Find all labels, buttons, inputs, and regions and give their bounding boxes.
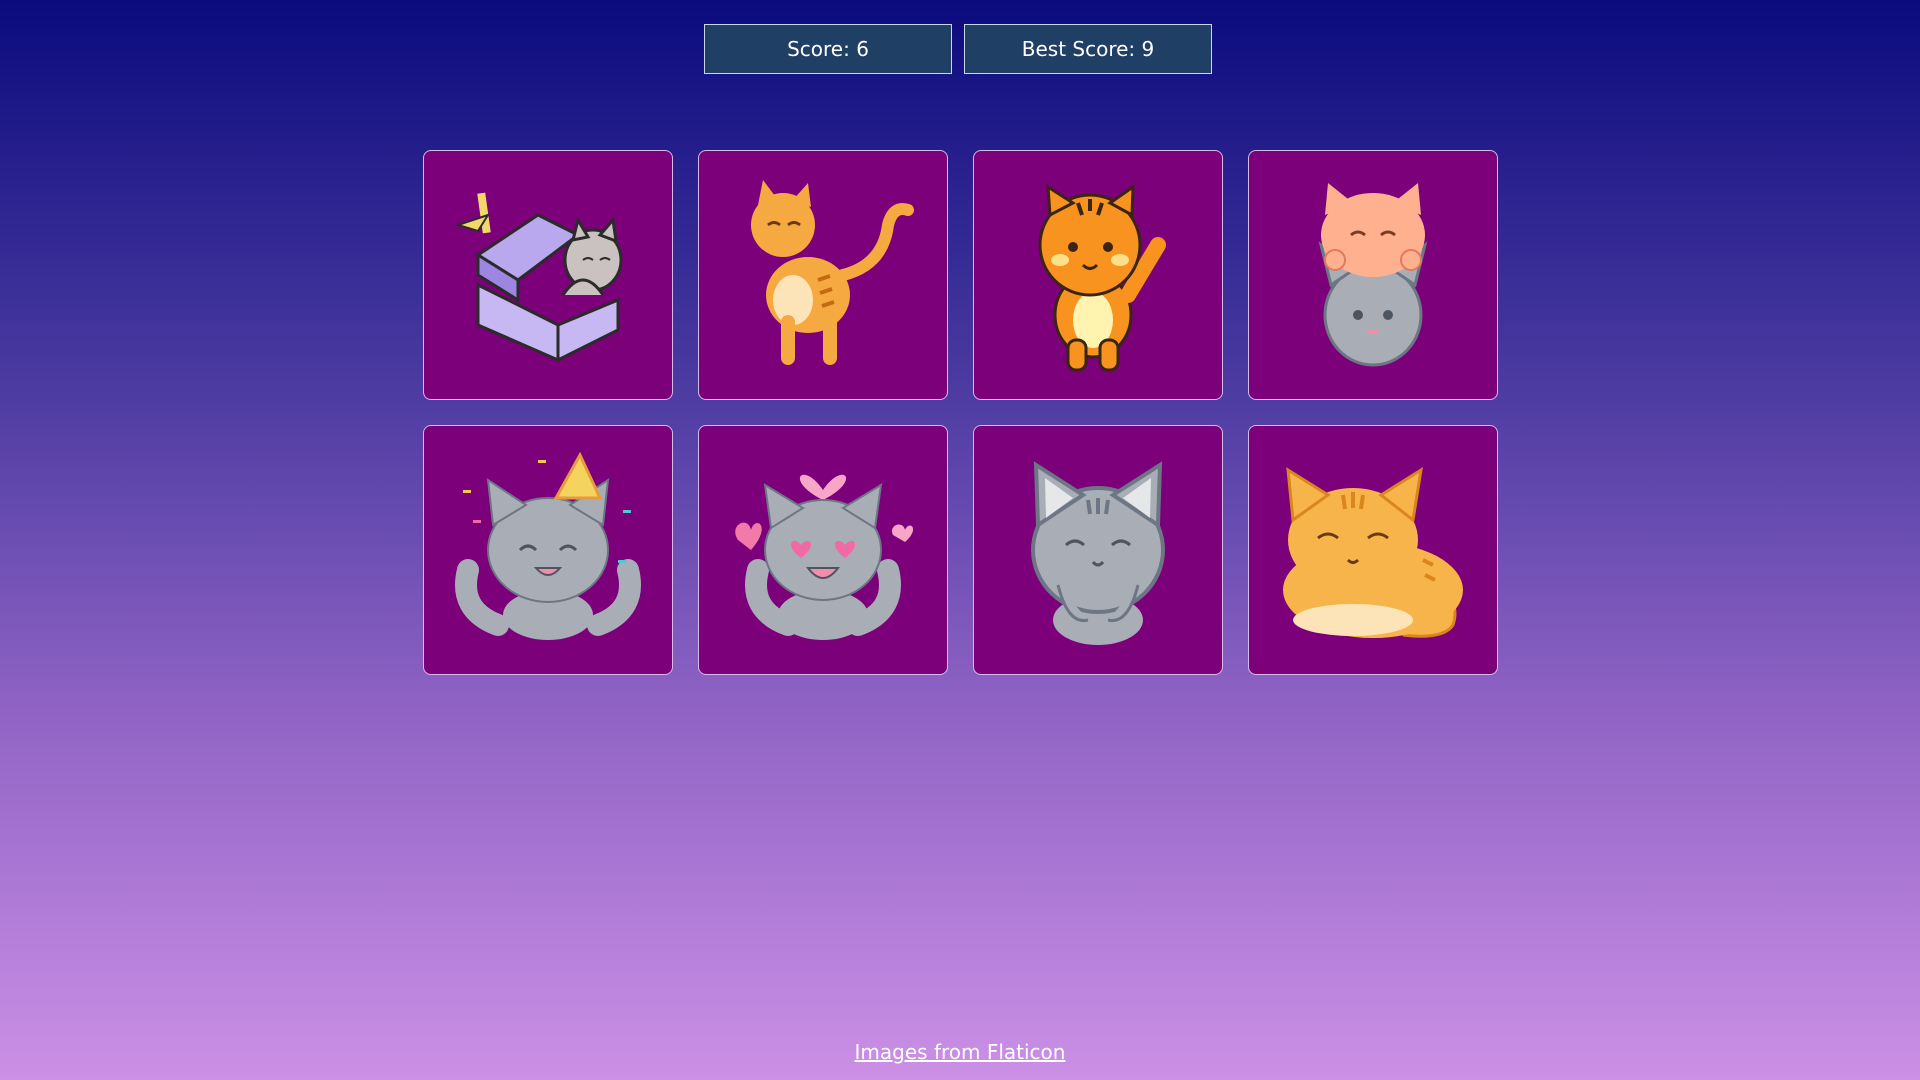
card-sleeping-orange-cat[interactable] xyxy=(1248,425,1498,675)
scoreboard: Score: 6 Best Score: 9 xyxy=(704,24,1212,74)
card-two-cats-stacked[interactable] xyxy=(1248,150,1498,400)
sleeping-orange-cat-icon xyxy=(1283,466,1463,638)
card-love-cat[interactable] xyxy=(698,425,948,675)
card-tiger-waving[interactable] xyxy=(973,150,1223,400)
orange-cat-walking-icon xyxy=(751,180,914,365)
love-cat-icon xyxy=(735,474,914,640)
current-score: Score: 6 xyxy=(704,24,952,74)
card-grid xyxy=(423,150,1498,675)
party-cat-icon xyxy=(455,451,641,640)
card-happy-gray-cat[interactable] xyxy=(973,425,1223,675)
footer: Images from Flaticon xyxy=(0,1040,1920,1064)
happy-gray-cat-icon xyxy=(1031,461,1165,645)
card-orange-cat-walking[interactable] xyxy=(698,150,948,400)
cat-in-gift-box-icon xyxy=(454,192,623,362)
card-cat-in-gift-box[interactable] xyxy=(423,150,673,400)
card-party-cat[interactable] xyxy=(423,425,673,675)
flaticon-credit-link[interactable]: Images from Flaticon xyxy=(855,1040,1066,1064)
two-cats-stacked-icon xyxy=(1318,183,1428,367)
best-score: Best Score: 9 xyxy=(964,24,1212,74)
tiger-waving-icon xyxy=(1038,184,1166,372)
